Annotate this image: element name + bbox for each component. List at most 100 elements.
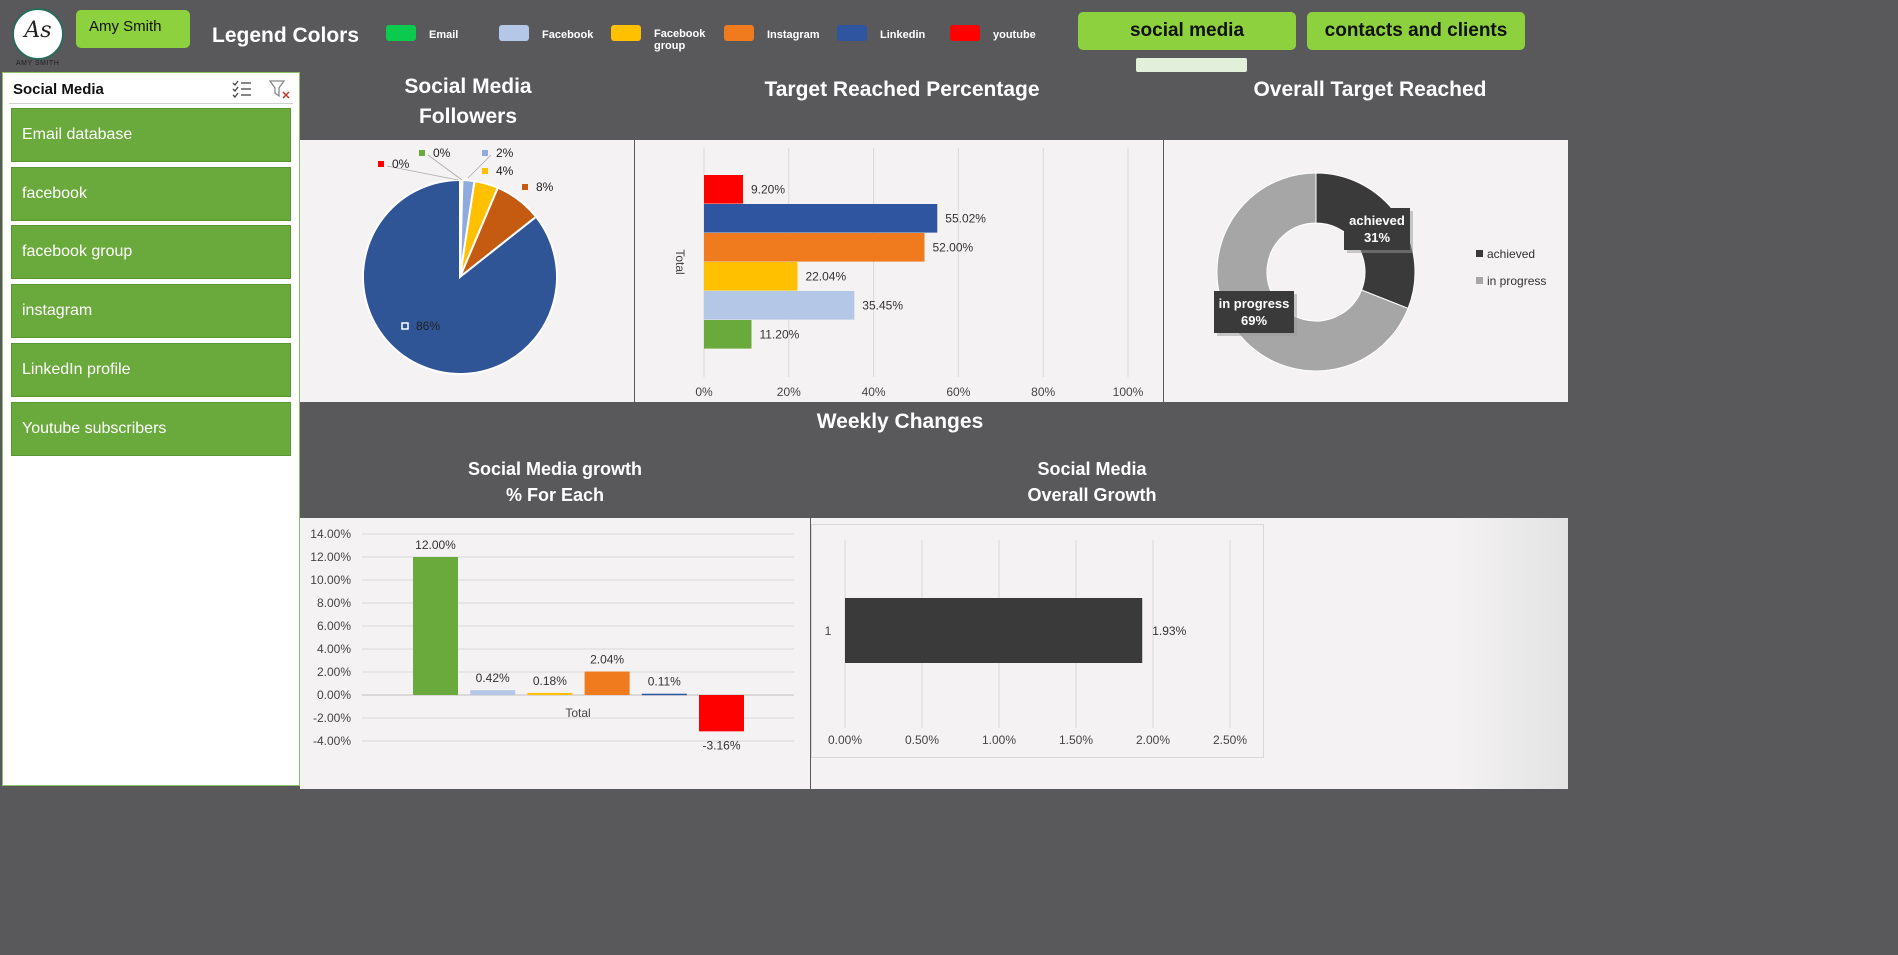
category-axis-label: Total — [565, 706, 590, 720]
y-tick-label: 8.00% — [317, 596, 351, 610]
y-tick-label: -2.00% — [313, 711, 351, 725]
pie-data-label: 86% — [416, 319, 440, 333]
legend-title: Legend Colors — [212, 24, 360, 47]
y-tick-label: -4.00% — [313, 734, 351, 748]
donut-value-label: 69% — [1241, 313, 1267, 328]
legend-label-2: Facebook group — [654, 28, 706, 52]
slicer-item[interactable]: Email database — [11, 108, 291, 162]
clear-filter-icon[interactable] — [268, 80, 291, 100]
overall-growth-bar-label: 1.93% — [1152, 624, 1186, 638]
legend-swatch-2 — [611, 25, 641, 41]
pie-data-label: 4% — [496, 164, 514, 178]
donut-legend-marker — [1476, 277, 1483, 284]
y-tick-label: 0.00% — [317, 688, 351, 702]
x-tick-label: 1.50% — [1059, 733, 1093, 747]
growth-bar-label-5: -3.16% — [702, 738, 740, 752]
overall-growth-title-line1: Social Media — [1037, 459, 1147, 479]
target-title: Target Reached Percentage — [764, 78, 1040, 101]
y-tick-label: 4.00% — [317, 642, 351, 656]
overall-growth-bar-chart: 0.00% 0.50% 1.00% 1.50% 2.00% 2.50% 1.93% 1 — [825, 540, 1247, 747]
category-axis-label: Total — [673, 249, 687, 274]
target-bar-label-5: 11.20% — [759, 327, 799, 341]
slicer-item[interactable]: LinkedIn profile — [11, 342, 291, 397]
growth-bar-label-4: 0.11% — [648, 675, 681, 689]
legend-label-5: youtube — [993, 29, 1036, 41]
legend-swatch-4 — [837, 25, 867, 41]
target-bar-chart: 0% 20% 40% 60% 80% 100% 9.20% 55.02% 52.00% 22.04… — [673, 148, 1144, 399]
x-tick-label: 2.00% — [1136, 733, 1170, 747]
pie-leader-line — [467, 154, 492, 179]
x-tick-label: 0.00% — [828, 733, 862, 747]
contacts-clients-nav-button[interactable]: contacts and clients — [1307, 12, 1525, 50]
slicer-item[interactable]: instagram — [11, 284, 291, 339]
pie-label-marker — [401, 322, 409, 330]
target-bar-0 — [704, 175, 744, 204]
legend-label-3: Instagram — [767, 29, 820, 41]
overall-growth-title: Social Media Overall Growth — [980, 456, 1204, 508]
logo: As — [12, 8, 64, 60]
target-bar-label-0: 9.20% — [751, 182, 785, 196]
y-tick-label: 10.00% — [310, 573, 351, 587]
user-name: Amy Smith — [89, 18, 162, 35]
slicer-title: Social Media — [13, 81, 104, 98]
growth-each-bar-chart: 14.00% 12.00% 10.00% 8.00% 6.00% 4.00% 2.00% 0.… — [310, 527, 794, 752]
x-tick-label: 20% — [777, 385, 801, 399]
x-tick-label: 40% — [862, 385, 886, 399]
y-tick-label: 2.00% — [317, 665, 351, 679]
user-name-button[interactable]: Amy Smith — [76, 10, 190, 48]
multi-select-icon[interactable] — [232, 80, 252, 98]
growth-each-title: Social Media growth % For Each — [430, 456, 680, 508]
followers-title: Social Media Followers — [370, 72, 566, 132]
x-tick-label: 0% — [695, 385, 713, 399]
growth-bar-label-1: 0.42% — [476, 671, 510, 685]
donut-legend-label: achieved — [1487, 247, 1535, 261]
donut-category-label: in progress — [1219, 296, 1290, 311]
growth-bar-0 — [413, 557, 458, 695]
logo-caption: AMY SMITH — [16, 60, 60, 67]
y-tick-label: 14.00% — [310, 527, 351, 541]
category-tick-label: 1 — [825, 624, 832, 638]
pie-data-label: 2% — [496, 146, 514, 160]
target-bar-1 — [704, 204, 938, 233]
slicer-item[interactable]: facebook — [11, 166, 291, 221]
followers-title-line1: Social Media — [404, 75, 532, 98]
target-bar-label-1: 55.02% — [945, 211, 986, 225]
pie-label-marker — [378, 161, 384, 167]
x-tick-label: 0.50% — [905, 733, 939, 747]
legend-swatch-5 — [950, 25, 980, 41]
x-tick-label: 100% — [1113, 385, 1144, 399]
pie-label-marker — [482, 168, 488, 174]
logo-monogram: As — [24, 18, 52, 43]
pie-data-label: 0% — [433, 146, 451, 160]
social-media-nav-button[interactable]: social media — [1078, 12, 1296, 50]
slicer-item[interactable]: facebook group — [11, 225, 291, 280]
slicer-item[interactable]: Youtube subscribers — [11, 401, 291, 456]
pie-label-marker — [482, 150, 488, 156]
weekly-title: Weekly Changes — [816, 410, 984, 433]
active-tab-indicator — [1136, 58, 1247, 72]
contacts-clients-nav-label: contacts and clients — [1324, 20, 1508, 41]
target-bar-4 — [704, 291, 855, 320]
growth-bar-label-3: 2.04% — [590, 653, 624, 667]
pie-data-label: 8% — [536, 180, 554, 194]
pie-label-marker — [522, 184, 528, 190]
growth-each-title-line1: Social Media growth — [467, 459, 643, 479]
legend-label-4: Linkedin — [880, 29, 926, 41]
slicer-divider — [9, 103, 293, 104]
growth-bar-1 — [470, 690, 516, 695]
growth-bar-2 — [527, 692, 573, 695]
growth-bar-5 — [699, 695, 744, 732]
overall-title: Overall Target Reached — [1253, 78, 1487, 101]
overall-donut-chart: achieved 31% in progress 69% achieved in prog… — [1214, 172, 1546, 372]
pie-label-marker — [419, 150, 425, 156]
followers-pie-chart: 0% 2% 4% 8% 86% 0% — [362, 146, 558, 375]
x-tick-label: 60% — [946, 385, 970, 399]
x-tick-label: 2.50% — [1213, 733, 1247, 747]
legend-label-0: Email — [429, 29, 459, 41]
legend-swatch-3 — [724, 25, 754, 41]
x-tick-label: 1.00% — [982, 733, 1016, 747]
social-media-nav-label: social media — [1129, 20, 1245, 41]
followers-title-line2: Followers — [418, 105, 518, 128]
target-bar-2 — [704, 233, 925, 262]
overall-growth-bar — [845, 598, 1143, 663]
